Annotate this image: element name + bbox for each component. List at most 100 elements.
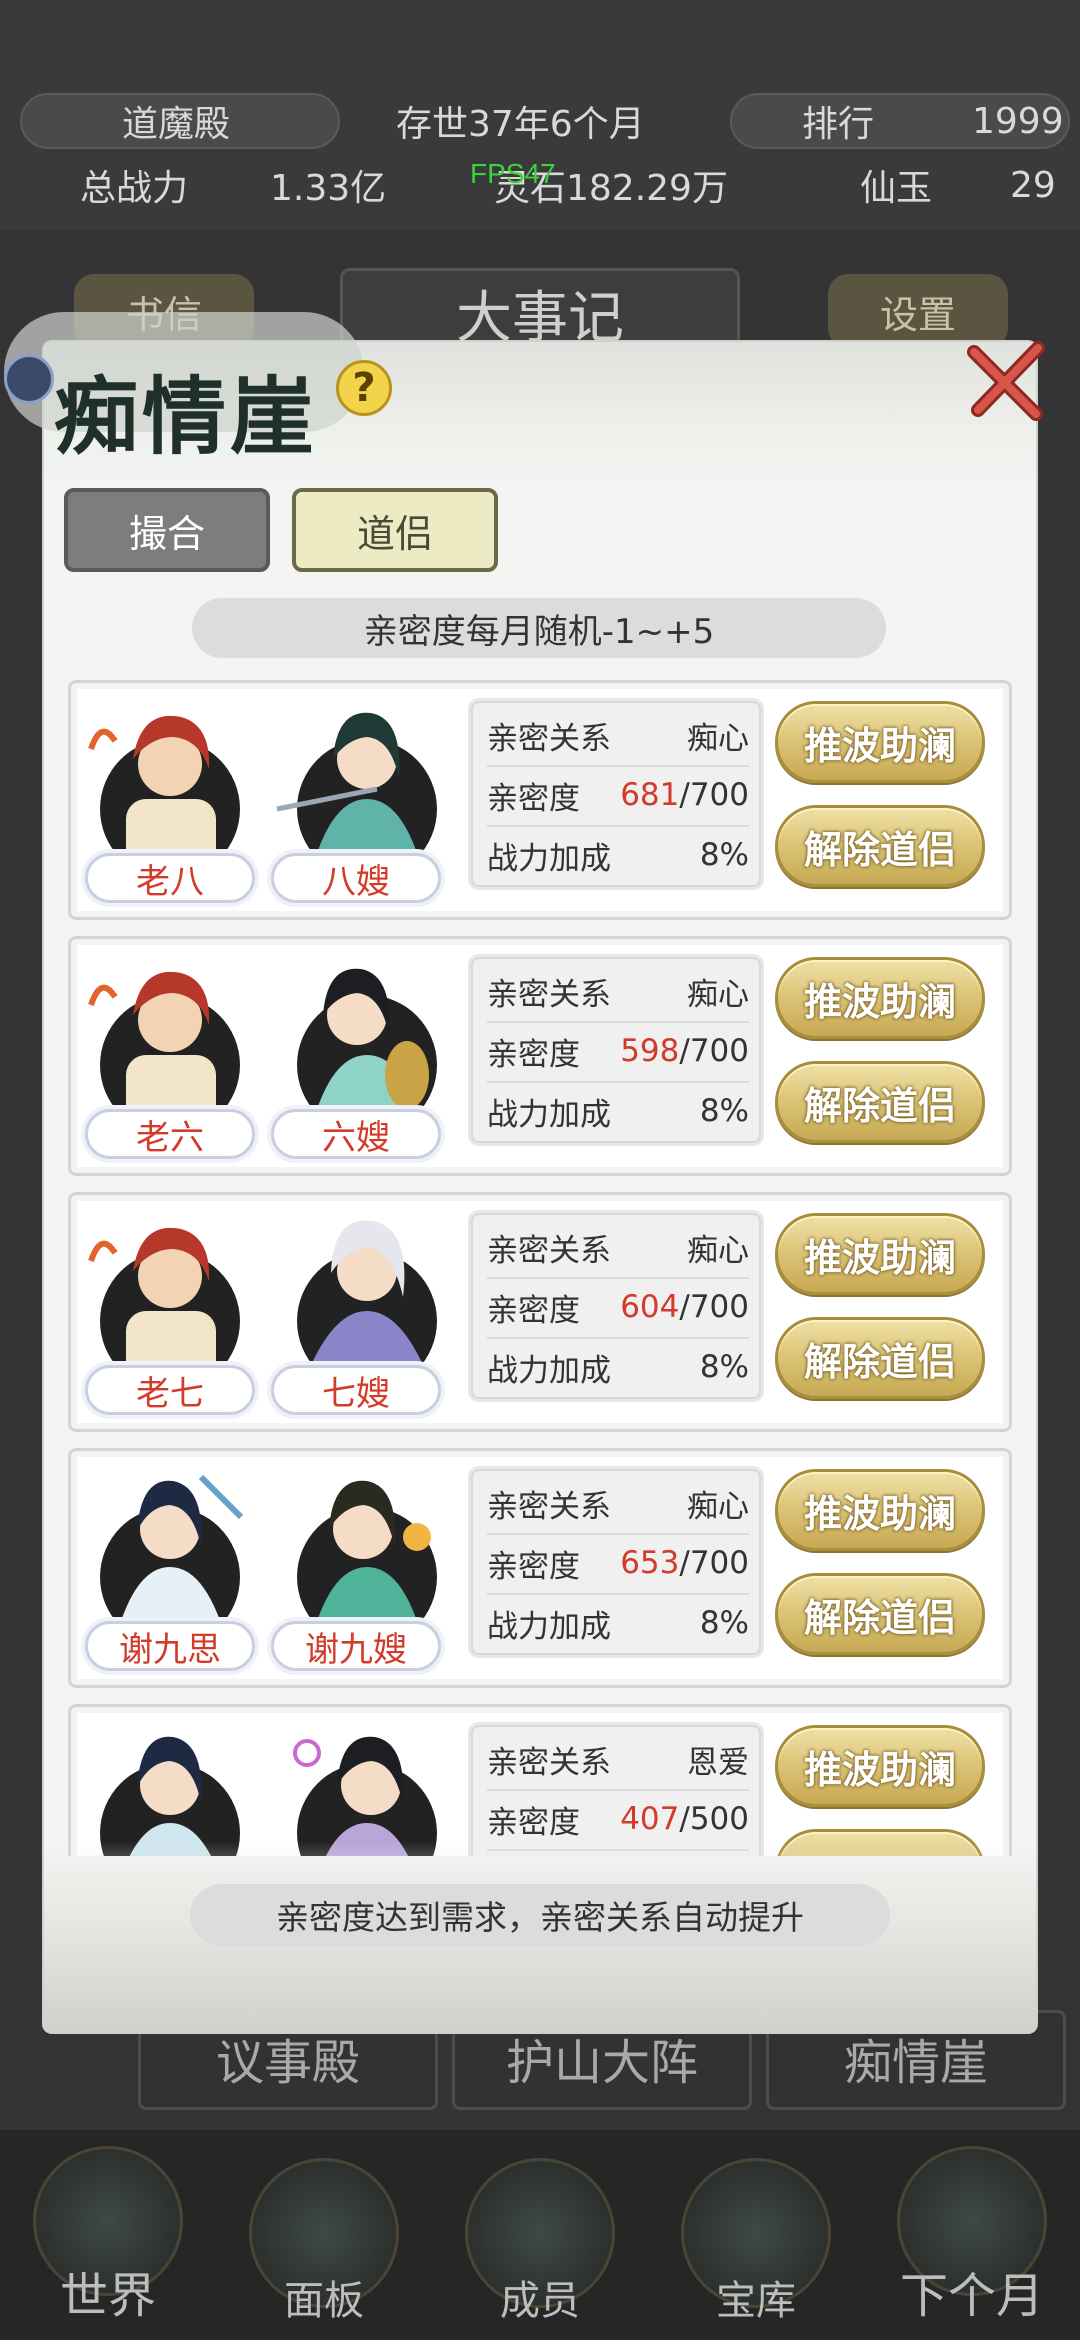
female-name: 七嫂 (271, 1365, 441, 1415)
relation-row: 亲密关系 痴心 (487, 707, 749, 767)
nav-next-month[interactable]: 下个月 (864, 2130, 1080, 2340)
tab-partner[interactable]: 道侣 (292, 488, 498, 572)
help-along-button[interactable]: 推波助澜 (775, 1469, 985, 1551)
rank-label: 排行 (802, 104, 875, 145)
relation-row: 亲密关系 恩爱 (487, 1731, 749, 1791)
nav-members[interactable]: 成员 (432, 2130, 648, 2340)
affinity-current: 681 (620, 777, 680, 813)
fps-counter: FPS47 (470, 158, 556, 189)
affinity-current: 598 (620, 1033, 680, 1069)
male-name: 老八 (85, 853, 255, 903)
affinity-value: 653/700 (620, 1545, 749, 1581)
rank-value: 1999 (972, 100, 1064, 142)
affinity-upgrade-info: 亲密度达到需求，亲密关系自动提升 (190, 1884, 890, 1946)
relation-value: 痴心 (687, 976, 749, 1013)
tab-match[interactable]: 撮合 (64, 488, 270, 572)
bonus-value: 8% (699, 1093, 749, 1129)
side-badge-icon (4, 354, 54, 404)
help-along-button[interactable]: 推波助澜 (775, 701, 985, 783)
close-icon[interactable] (956, 330, 1056, 430)
relation-value: 痴心 (687, 1232, 749, 1269)
relation-row: 亲密关系 痴心 (487, 1219, 749, 1279)
partner-card: 老八 八嫂 亲密关系 痴心 亲密度 681/700 战力加成 8% 推波助澜 解除道侣 (68, 680, 1012, 920)
top-status-area: 道魔殿 存世37年6个月 排行 1999 总战力 1.33亿 灵石182.29万… (0, 0, 1080, 230)
affinity-rule-info: 亲密度每月随机-1~+5 (192, 598, 886, 658)
female-name: 八嫂 (271, 853, 441, 903)
partner-card: 老七 七嫂 亲密关系 痴心 亲密度 604/700 战力加成 8% 推波助澜 解除道侣 (68, 1192, 1012, 1432)
dissolve-partner-button[interactable]: 解除道侣 (775, 1573, 985, 1655)
affinity-row: 亲密度 598/700 (487, 1023, 749, 1083)
partner-card: 谢九思 谢九嫂 亲密关系 痴心 亲密度 653/700 战力加成 8% 推波助澜 解除… (68, 1448, 1012, 1688)
relation-value: 痴心 (687, 1488, 749, 1525)
help-along-button[interactable]: 推波助澜 (775, 1213, 985, 1295)
bonus-row: 战力加成 8% (487, 1595, 749, 1651)
affinity-value: 604/700 (620, 1289, 749, 1325)
partner-list[interactable]: 老八 八嫂 亲密关系 痴心 亲密度 681/700 战力加成 8% 推波助澜 解除道侣… (68, 680, 1012, 1856)
relation-label: 亲密关系 (487, 1744, 611, 1781)
help-icon[interactable]: ? (336, 360, 392, 416)
dissolve-partner-button[interactable]: 解除道侣 (775, 1061, 985, 1143)
relation-label: 亲密关系 (487, 1488, 611, 1525)
affinity-value: 407/500 (620, 1801, 749, 1837)
relation-label: 亲密关系 (487, 976, 611, 1013)
bonus-label: 战力加成 (487, 1096, 611, 1133)
affinity-max: /700 (679, 777, 749, 813)
sect-age: 存世37年6个月 (396, 104, 645, 145)
male-portrait (81, 1713, 259, 1856)
dissolve-partner-button[interactable]: 解除道侣 (775, 1317, 985, 1399)
dissolve-partner-button[interactable]: 解除道侣 (775, 805, 985, 887)
partner-card: 亲密关系 恩爱 亲密度 407/500 推波助澜 (68, 1704, 1012, 1856)
nav-treasury[interactable]: 宝库 (648, 2130, 864, 2340)
female-name: 谢九嫂 (271, 1621, 441, 1671)
affinity-max: /700 (679, 1545, 749, 1581)
nav-label: 世界 (59, 2268, 156, 2324)
affinity-row: 亲密度 604/700 (487, 1279, 749, 1339)
bonus-label: 战力加成 (487, 840, 611, 877)
affinity-max: /500 (679, 1801, 749, 1837)
nav-label: 宝库 (716, 2278, 796, 2324)
nav-label: 面板 (284, 2278, 364, 2324)
affinity-value: 681/700 (620, 777, 749, 813)
rank-pill[interactable]: 排行 1999 (730, 93, 1070, 149)
affinity-current: 604 (620, 1289, 680, 1325)
affinity-current: 407 (620, 1801, 680, 1837)
bonus-value: 8% (699, 1605, 749, 1641)
affinity-row: 亲密度 407/500 (487, 1791, 749, 1851)
affinity-row: 亲密度 681/700 (487, 767, 749, 827)
jade-label: 仙玉 (860, 168, 933, 209)
pair-stats: 亲密关系 痴心 亲密度 681/700 战力加成 8% (471, 701, 761, 887)
female-portrait (267, 1713, 445, 1856)
bonus-value: 8% (699, 1349, 749, 1385)
help-along-button[interactable]: 推波助澜 (775, 1725, 985, 1807)
top-stats-row-1: 道魔殿 存世37年6个月 排行 1999 (0, 90, 1080, 152)
help-along-button[interactable]: 推波助澜 (775, 957, 985, 1039)
affinity-max: /700 (679, 1033, 749, 1069)
love-cliff-modal: 痴情崖 ? 撮合 道侣 亲密度每月随机-1~+5 老八 八嫂 亲密关系 痴心 亲密… (4, 312, 1045, 2032)
affinity-current: 653 (620, 1545, 680, 1581)
affinity-label: 亲密度 (487, 1804, 580, 1841)
pair-stats: 亲密关系 痴心 亲密度 598/700 战力加成 8% (471, 957, 761, 1143)
affinity-row: 亲密度 653/700 (487, 1535, 749, 1595)
affinity-label: 亲密度 (487, 780, 580, 817)
female-name: 六嫂 (271, 1109, 441, 1159)
relation-value: 痴心 (687, 720, 749, 757)
relation-row: 亲密关系 痴心 (487, 1475, 749, 1535)
relation-value: 恩爱 (687, 1744, 749, 1781)
affinity-max: /700 (679, 1289, 749, 1325)
pair-stats: 亲密关系 痴心 亲密度 653/700 战力加成 8% (471, 1469, 761, 1655)
bonus-row: 战力加成 8% (487, 1083, 749, 1139)
nav-world[interactable]: 世界 (0, 2130, 216, 2340)
nav-label: 下个月 (899, 2268, 1044, 2324)
affinity-label: 亲密度 (487, 1292, 580, 1329)
male-name: 老六 (85, 1109, 255, 1159)
partner-card: 老六 六嫂 亲密关系 痴心 亲密度 598/700 战力加成 8% 推波助澜 解除道侣 (68, 936, 1012, 1176)
sect-name-pill: 道魔殿 (20, 93, 340, 149)
nav-label: 成员 (500, 2278, 580, 2324)
nav-panel[interactable]: 面板 (216, 2130, 432, 2340)
affinity-label: 亲密度 (487, 1036, 580, 1073)
total-power-label: 总战力 (80, 168, 189, 209)
relation-label: 亲密关系 (487, 720, 611, 757)
modal-title: 痴情崖 (54, 367, 319, 466)
bonus-value: 8% (699, 837, 749, 873)
pair-stats: 亲密关系 恩爱 亲密度 407/500 (471, 1725, 761, 1856)
